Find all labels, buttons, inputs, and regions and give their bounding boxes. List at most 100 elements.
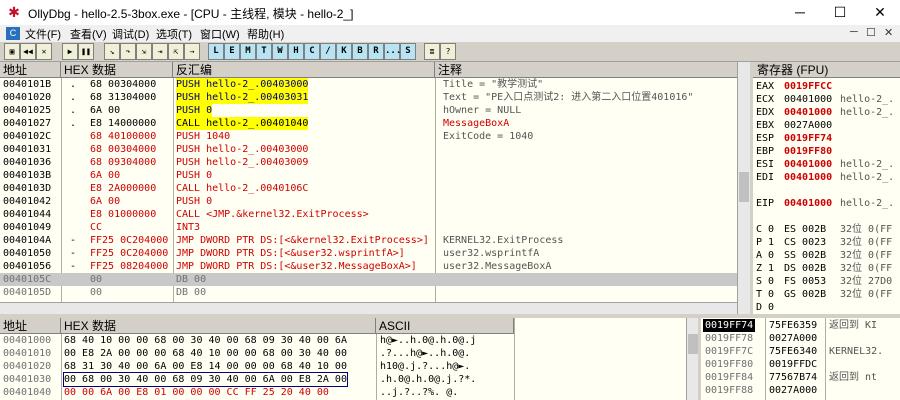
- step-into-icon[interactable]: ↘: [104, 43, 120, 60]
- menu-file[interactable]: 文件(F): [25, 26, 61, 42]
- dump-row[interactable]: 00401040 00 00 6A 00 E8 01 00 00 00 CC FF…: [0, 386, 686, 399]
- toolbar-s-button[interactable]: S: [400, 43, 416, 60]
- menu-options[interactable]: 选项(T): [156, 26, 192, 42]
- disassembly-scrollbar[interactable]: [737, 62, 750, 314]
- register-row[interactable]: P 1 CS 0023 32位 0(FF: [756, 236, 900, 249]
- disasm-row[interactable]: 0040101B. 68 00304000 PUSH hello-2_.004030…: [0, 78, 737, 91]
- register-value[interactable]: CS 0023: [784, 236, 826, 249]
- register-value[interactable]: GS 002B: [784, 288, 826, 301]
- trace-into-icon[interactable]: ⇲: [136, 43, 152, 60]
- play-icon[interactable]: ▶: [62, 43, 78, 60]
- toolbar-m-button[interactable]: M: [240, 43, 256, 60]
- toolbar-e-button[interactable]: E: [224, 43, 240, 60]
- disasm-row[interactable]: 00401044 E8 01000000 CALL <JMP.&kernel32.E…: [0, 208, 737, 221]
- close-icon[interactable]: ✕: [36, 43, 52, 60]
- register-row[interactable]: EDX 00401000 hello-2_.: [756, 106, 900, 119]
- disasm-row[interactable]: 00401025. 6A 00 PUSH 0 hOwner = NULL: [0, 104, 737, 117]
- dump-row[interactable]: 00401000 68 40 10 00 00 68 00 30 40 00 68…: [0, 334, 686, 347]
- list-icon[interactable]: ≣: [424, 43, 440, 60]
- mdi-minimize-button[interactable]: ─: [850, 26, 858, 38]
- stack-pane[interactable]: 0019FF74 75FE6359 返回到 KI 0019FF78 0027A000 00…: [701, 318, 900, 400]
- disassembly-hscrollbar[interactable]: [0, 302, 737, 314]
- goto-icon[interactable]: →: [184, 43, 200, 60]
- disasm-row[interactable]: 00401056 - FF25 08204000 JMP DWORD PTR DS:[…: [0, 260, 737, 273]
- toolbar-b-button[interactable]: B: [352, 43, 368, 60]
- column-header-hex[interactable]: HEX 数据: [61, 62, 173, 78]
- trace-over-icon[interactable]: ⇥: [152, 43, 168, 60]
- register-value[interactable]: ES 002B: [784, 223, 826, 236]
- disasm-row[interactable]: 00401036 68 09304000 PUSH hello-2_.0040300…: [0, 156, 737, 169]
- pause-icon[interactable]: ❚❚: [78, 43, 94, 60]
- stack-row[interactable]: 0019FF88 0027A000: [701, 384, 900, 397]
- register-row[interactable]: Z 1 DS 002B 32位 0(FF: [756, 262, 900, 275]
- disasm-row[interactable]: 00401020. 68 31304000 PUSH hello-2_.004030…: [0, 91, 737, 104]
- register-row[interactable]: ESP 0019FF74: [756, 132, 900, 145]
- disasm-row[interactable]: 00401049 CC INT3: [0, 221, 737, 234]
- dump-header-address[interactable]: 地址: [0, 318, 61, 334]
- register-row[interactable]: EBP 0019FF80: [756, 145, 900, 158]
- disasm-row[interactable]: 0040103D E8 2A000000 CALL hello-2_.0040106…: [0, 182, 737, 195]
- register-row[interactable]: EAX 0019FFCC: [756, 80, 900, 93]
- dump-pane[interactable]: 地址 HEX 数据 ASCII 00401000 68 40 10 00 00 6…: [0, 318, 698, 400]
- stack-row[interactable]: 0019FF78 0027A000: [701, 332, 900, 345]
- disasm-row[interactable]: 00401042 6A 00 PUSH 0: [0, 195, 737, 208]
- register-row[interactable]: EDI 00401000 hello-2_.: [756, 171, 900, 184]
- step-over-icon[interactable]: ↷: [120, 43, 136, 60]
- dump-row[interactable]: 00401030 00 68 00 30 40 00 68 09 30 40 00…: [0, 372, 686, 387]
- menu-view[interactable]: 查看(V): [70, 26, 107, 42]
- registers-title[interactable]: 寄存器 (FPU): [753, 62, 900, 78]
- register-value[interactable]: 00401000: [784, 93, 832, 106]
- dump-row[interactable]: 00401010 00 E8 2A 00 00 00 68 40 10 00 00…: [0, 347, 686, 360]
- maximize-button[interactable]: ☐: [820, 0, 860, 25]
- register-value[interactable]: 0019FF74: [784, 132, 832, 145]
- register-value[interactable]: 00401000: [784, 158, 832, 171]
- toolbar-slash-button[interactable]: /: [320, 43, 336, 60]
- register-row[interactable]: ESI 00401000 hello-2_.: [756, 158, 900, 171]
- register-row[interactable]: [756, 184, 900, 197]
- toolbar-t-button[interactable]: T: [256, 43, 272, 60]
- toolbar-l-button[interactable]: L: [208, 43, 224, 60]
- menu-help[interactable]: 帮助(H): [247, 26, 284, 42]
- dump-row[interactable]: 00401020 68 31 30 40 00 6A 00 E8 14 00 00…: [0, 360, 686, 373]
- toolbar-w-button[interactable]: W: [272, 43, 288, 60]
- minimize-button[interactable]: ─: [780, 0, 820, 25]
- disasm-row[interactable]: 0040103B 6A 00 PUSH 0: [0, 169, 737, 182]
- register-value[interactable]: 0027A000: [784, 119, 832, 132]
- disasm-row[interactable]: 00401027. E8 14000000 CALL hello-2_.004010…: [0, 117, 737, 130]
- register-row[interactable]: ECX 00401000 hello-2_.: [756, 93, 900, 106]
- disassembly-pane[interactable]: 地址 HEX 数据 反汇编 注释 0040101B. 68 00304000 PUS…: [0, 62, 750, 314]
- dump-header-ascii[interactable]: ASCII: [376, 318, 514, 334]
- register-row[interactable]: A 0 SS 002B 32位 0(FF: [756, 249, 900, 262]
- cpu-window-icon[interactable]: C: [6, 27, 20, 40]
- menu-debug[interactable]: 调试(D): [112, 26, 149, 42]
- help-icon[interactable]: ?: [440, 43, 456, 60]
- register-row[interactable]: S 0 FS 0053 32位 27D0: [756, 275, 900, 288]
- register-value[interactable]: 00401000: [784, 197, 832, 210]
- rewind-icon[interactable]: ◀◀: [20, 43, 36, 60]
- disasm-row[interactable]: 0040105C 00 DB 00: [0, 273, 737, 286]
- register-row[interactable]: D 0: [756, 301, 900, 314]
- register-value[interactable]: 00401000: [784, 106, 832, 119]
- column-header-disasm[interactable]: 反汇编: [173, 62, 435, 78]
- register-value[interactable]: DS 002B: [784, 262, 826, 275]
- execute-till-return-icon[interactable]: ⇱: [168, 43, 184, 60]
- disasm-row[interactable]: 0040105D 00 DB 00: [0, 286, 737, 299]
- disasm-row[interactable]: 0040102C 68 40100000 PUSH 1040 ExitCode = 1…: [0, 130, 737, 143]
- register-row[interactable]: EBX 0027A000: [756, 119, 900, 132]
- stack-row[interactable]: 0019FF74 75FE6359 返回到 KI: [701, 319, 900, 332]
- toolbar-k-button[interactable]: K: [336, 43, 352, 60]
- register-row[interactable]: EIP 00401000 hello-2_.: [756, 197, 900, 210]
- register-value[interactable]: 0019FFCC: [784, 80, 832, 93]
- dump-header-hex[interactable]: HEX 数据: [61, 318, 376, 334]
- register-value[interactable]: FS 0053: [784, 275, 826, 288]
- register-row[interactable]: [756, 210, 900, 223]
- open-icon[interactable]: ▣: [4, 43, 20, 60]
- stack-row[interactable]: 0019FF80 0019FFDC: [701, 358, 900, 371]
- toolbar-dots-button[interactable]: ...: [384, 43, 401, 60]
- register-row[interactable]: T 0 GS 002B 32位 0(FF: [756, 288, 900, 301]
- close-button[interactable]: ✕: [860, 0, 900, 25]
- toolbar-c-button[interactable]: C: [304, 43, 320, 60]
- toolbar-r-button[interactable]: R: [368, 43, 384, 60]
- disasm-row[interactable]: 0040104A - FF25 0C204000 JMP DWORD PTR DS:[…: [0, 234, 737, 247]
- mdi-restore-button[interactable]: ☐: [866, 26, 876, 39]
